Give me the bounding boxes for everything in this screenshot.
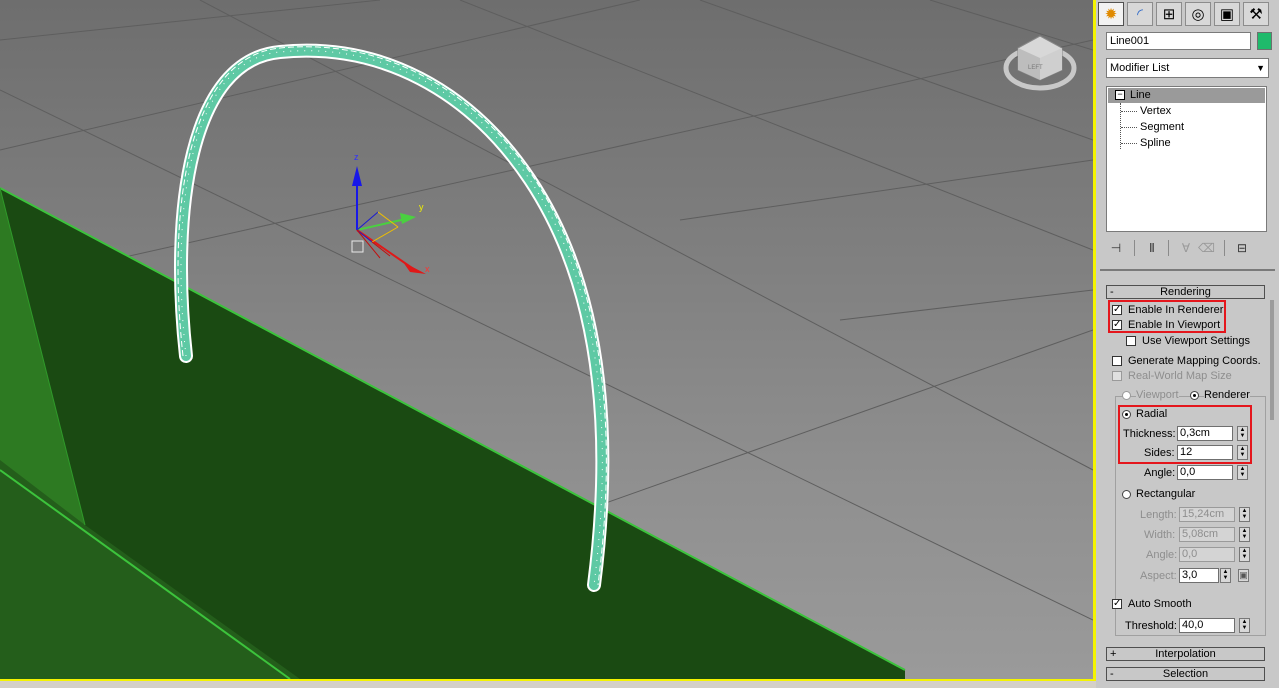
real-world-map-checkbox[interactable] bbox=[1112, 371, 1122, 381]
generate-mapping-label: Generate Mapping Coords. bbox=[1128, 355, 1261, 367]
pin-stack-icon[interactable]: ⊣ bbox=[1108, 240, 1124, 256]
modifier-list-dropdown[interactable]: Modifier List ▼ bbox=[1106, 58, 1269, 78]
angle-spinner[interactable]: ▲ ▼ bbox=[1237, 465, 1248, 480]
command-panel-tabs: ✹ ◜ ⊞ ◎ ▣ ⚒ bbox=[1098, 2, 1272, 26]
hierarchy-tab[interactable]: ⊞ bbox=[1156, 2, 1182, 26]
hierarchy-icon: ⊞ bbox=[1162, 6, 1176, 23]
aspect-spinner[interactable]: ▲ ▼ bbox=[1220, 568, 1231, 583]
rect-angle-spinner[interactable]: ▲ ▼ bbox=[1239, 547, 1250, 562]
rectangular-label: Rectangular bbox=[1136, 488, 1196, 500]
configure-sets-icon[interactable]: ⊟ bbox=[1234, 240, 1250, 256]
chevron-down-icon: ▼ bbox=[1256, 63, 1265, 73]
real-world-map-label: Real-World Map Size bbox=[1128, 370, 1232, 382]
rendering-rollout-header[interactable]: - Rendering bbox=[1106, 285, 1265, 299]
aspect-field[interactable]: 3,0 bbox=[1179, 568, 1219, 583]
stack-item-label: Line bbox=[1130, 89, 1151, 101]
y-axis-label: y bbox=[419, 202, 424, 212]
plus-icon: + bbox=[1110, 648, 1117, 660]
modify-icon: ◜ bbox=[1137, 6, 1143, 23]
generate-mapping-checkbox[interactable] bbox=[1112, 356, 1122, 366]
x-axis-label: x bbox=[425, 264, 430, 274]
rendering-rollout-title: Rendering bbox=[1160, 286, 1211, 298]
stack-item-spline[interactable]: Spline bbox=[1108, 136, 1265, 151]
collapse-icon[interactable]: − bbox=[1115, 90, 1125, 100]
panel-divider bbox=[1100, 269, 1275, 271]
remove-modifier-icon[interactable]: ⌫ bbox=[1198, 240, 1215, 256]
utilities-icon: ⚒ bbox=[1249, 6, 1263, 23]
transform-gizmo[interactable]: z y x bbox=[351, 152, 430, 274]
interpolation-rollout-title: Interpolation bbox=[1155, 648, 1216, 660]
auto-smooth-label: Auto Smooth bbox=[1128, 598, 1192, 610]
viewport-radio[interactable] bbox=[1122, 391, 1131, 400]
viewport-radio-label: Viewport bbox=[1136, 389, 1179, 401]
threshold-label: Threshold: bbox=[1125, 620, 1177, 632]
length-label: Length: bbox=[1140, 509, 1177, 521]
stack-toolbar: ⊣ Ⅱ ∀ ⌫ ⊟ bbox=[1106, 240, 1271, 258]
rect-angle-label: Angle: bbox=[1146, 549, 1178, 561]
stack-item-line[interactable]: − Line bbox=[1108, 88, 1265, 103]
width-field[interactable]: 5,08cm bbox=[1179, 527, 1235, 542]
threshold-field[interactable]: 40,0 bbox=[1179, 618, 1235, 633]
rectangular-radio[interactable] bbox=[1122, 490, 1131, 499]
modifier-stack: − Line Vertex Segment Spline bbox=[1106, 86, 1267, 232]
angle-label: Angle: bbox=[1144, 467, 1176, 479]
interpolation-rollout-header[interactable]: + Interpolation bbox=[1106, 647, 1265, 661]
modify-tab[interactable]: ◜ bbox=[1127, 2, 1153, 26]
panel-scrollbar[interactable] bbox=[1270, 300, 1274, 420]
motion-tab[interactable]: ◎ bbox=[1185, 2, 1211, 26]
renderer-radio-label: Renderer bbox=[1204, 389, 1250, 401]
renderer-radio[interactable] bbox=[1190, 391, 1199, 400]
highlight-radial-box bbox=[1118, 405, 1252, 464]
length-field[interactable]: 15,24cm bbox=[1179, 507, 1235, 522]
auto-smooth-checkbox[interactable]: ✓ bbox=[1112, 599, 1122, 609]
z-axis-label: z bbox=[354, 152, 359, 162]
length-spinner[interactable]: ▲ ▼ bbox=[1239, 507, 1250, 522]
make-unique-icon[interactable]: ∀ bbox=[1178, 240, 1194, 256]
minus-icon: - bbox=[1110, 668, 1114, 680]
viewcube-face-label: LEFT bbox=[1028, 65, 1043, 71]
modifier-list-label: Modifier List bbox=[1110, 62, 1170, 74]
display-icon: ▣ bbox=[1219, 6, 1235, 23]
motion-icon: ◎ bbox=[1191, 6, 1205, 23]
rect-angle-field[interactable]: 0,0 bbox=[1179, 547, 1235, 562]
create-icon: ✹ bbox=[1104, 6, 1118, 23]
create-tab[interactable]: ✹ bbox=[1098, 2, 1124, 26]
viewcube[interactable]: LEFT bbox=[1003, 35, 1077, 91]
selection-rollout-header[interactable]: - Selection bbox=[1106, 667, 1265, 681]
stack-item-vertex[interactable]: Vertex bbox=[1108, 104, 1265, 119]
viewport-scene: z y x LEFT bbox=[0, 0, 1093, 679]
utilities-tab[interactable]: ⚒ bbox=[1243, 2, 1269, 26]
selection-rollout-title: Selection bbox=[1162, 668, 1209, 680]
angle-field[interactable]: 0,0 bbox=[1177, 465, 1233, 480]
use-viewport-settings-checkbox[interactable] bbox=[1126, 336, 1136, 346]
object-name-field[interactable]: Line001 bbox=[1106, 32, 1251, 50]
perspective-viewport[interactable]: z y x LEFT bbox=[0, 0, 1093, 679]
stack-item-segment[interactable]: Segment bbox=[1108, 120, 1265, 135]
display-tab[interactable]: ▣ bbox=[1214, 2, 1240, 26]
threshold-spinner[interactable]: ▲ ▼ bbox=[1239, 618, 1250, 633]
viewport-bottom-bar bbox=[0, 679, 1096, 688]
show-end-result-icon[interactable]: Ⅱ bbox=[1144, 240, 1160, 256]
object-color-swatch[interactable] bbox=[1257, 32, 1272, 50]
aspect-label: Aspect: bbox=[1140, 570, 1177, 582]
minus-icon: - bbox=[1110, 286, 1114, 298]
command-panel: ✹ ◜ ⊞ ◎ ▣ ⚒ Line001 Modifier List ▼ − Li… bbox=[1096, 0, 1279, 688]
lock-icon[interactable]: ▣ bbox=[1238, 569, 1249, 582]
width-label: Width: bbox=[1144, 529, 1176, 541]
use-viewport-settings-label: Use Viewport Settings bbox=[1142, 335, 1251, 347]
highlight-enable-box bbox=[1108, 300, 1226, 333]
width-spinner[interactable]: ▲ ▼ bbox=[1239, 527, 1250, 542]
